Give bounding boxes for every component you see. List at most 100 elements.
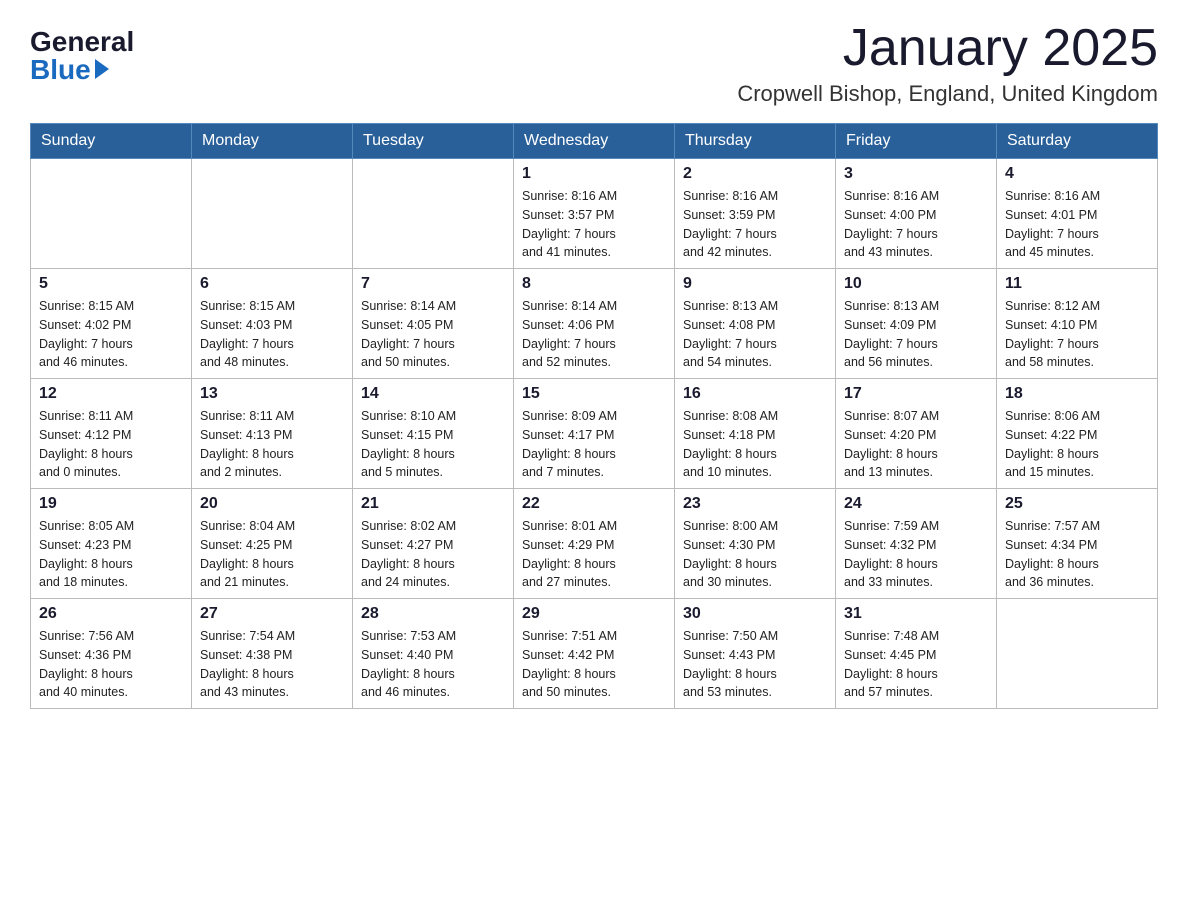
day-info: Sunrise: 8:16 AMSunset: 3:57 PMDaylight:… <box>522 187 666 262</box>
day-number: 9 <box>683 275 827 293</box>
day-info: Sunrise: 8:14 AMSunset: 4:06 PMDaylight:… <box>522 297 666 372</box>
calendar-week-row: 12Sunrise: 8:11 AMSunset: 4:12 PMDayligh… <box>31 379 1158 489</box>
weekday-header-saturday: Saturday <box>997 124 1158 159</box>
calendar-cell: 28 Sunrise: 7:53 AMSunset: 4:40 PMDayligh… <box>353 599 514 709</box>
day-number: 10 <box>844 275 988 293</box>
day-number: 3 <box>844 165 988 183</box>
day-number: 19 <box>39 495 183 513</box>
calendar-cell: 3 Sunrise: 8:16 AMSunset: 4:00 PMDaylight… <box>836 159 997 269</box>
day-number: 15 <box>522 385 666 403</box>
day-info: Sunrise: 7:51 AMSunset: 4:42 PMDaylight:… <box>522 627 666 702</box>
calendar-cell: 16 Sunrise: 8:08 AMSunset: 4:18 PMDayligh… <box>675 379 836 489</box>
day-number: 20 <box>200 495 344 513</box>
day-info: Sunrise: 8:04 AMSunset: 4:25 PMDaylight:… <box>200 517 344 592</box>
day-info: Sunrise: 8:15 AMSunset: 4:02 PMDaylight:… <box>39 297 183 372</box>
day-number: 17 <box>844 385 988 403</box>
day-info: Sunrise: 7:56 AMSunset: 4:36 PMDaylight:… <box>39 627 183 702</box>
calendar-cell <box>353 159 514 269</box>
calendar-cell: 7 Sunrise: 8:14 AMSunset: 4:05 PMDaylight… <box>353 269 514 379</box>
logo-triangle-icon <box>95 59 109 79</box>
weekday-header-friday: Friday <box>836 124 997 159</box>
calendar-cell: 26 Sunrise: 7:56 AMSunset: 4:36 PMDayligh… <box>31 599 192 709</box>
day-info: Sunrise: 8:10 AMSunset: 4:15 PMDaylight:… <box>361 407 505 482</box>
logo-blue-row: Blue <box>30 56 109 84</box>
calendar-cell <box>31 159 192 269</box>
day-info: Sunrise: 8:16 AMSunset: 4:00 PMDaylight:… <box>844 187 988 262</box>
page-header: General Blue January 2025 Cropwell Bisho… <box>30 20 1158 107</box>
day-info: Sunrise: 8:16 AMSunset: 4:01 PMDaylight:… <box>1005 187 1149 262</box>
day-number: 5 <box>39 275 183 293</box>
calendar-cell <box>192 159 353 269</box>
day-info: Sunrise: 8:02 AMSunset: 4:27 PMDaylight:… <box>361 517 505 592</box>
day-info: Sunrise: 7:53 AMSunset: 4:40 PMDaylight:… <box>361 627 505 702</box>
day-number: 25 <box>1005 495 1149 513</box>
calendar-cell: 22Sunrise: 8:01 AMSunset: 4:29 PMDayligh… <box>514 489 675 599</box>
logo: General Blue <box>30 20 134 84</box>
calendar-cell: 11 Sunrise: 8:12 AMSunset: 4:10 PMDayligh… <box>997 269 1158 379</box>
day-info: Sunrise: 7:57 AMSunset: 4:34 PMDaylight:… <box>1005 517 1149 592</box>
calendar-cell: 14 Sunrise: 8:10 AMSunset: 4:15 PMDayligh… <box>353 379 514 489</box>
calendar-cell: 23Sunrise: 8:00 AMSunset: 4:30 PMDayligh… <box>675 489 836 599</box>
day-info: Sunrise: 8:14 AMSunset: 4:05 PMDaylight:… <box>361 297 505 372</box>
day-number: 7 <box>361 275 505 293</box>
day-number: 21 <box>361 495 505 513</box>
day-info: Sunrise: 7:54 AMSunset: 4:38 PMDaylight:… <box>200 627 344 702</box>
day-info: Sunrise: 7:48 AMSunset: 4:45 PMDaylight:… <box>844 627 988 702</box>
calendar-table: SundayMondayTuesdayWednesdayThursdayFrid… <box>30 123 1158 709</box>
weekday-header-sunday: Sunday <box>31 124 192 159</box>
day-info: Sunrise: 8:08 AMSunset: 4:18 PMDaylight:… <box>683 407 827 482</box>
calendar-week-row: 19Sunrise: 8:05 AMSunset: 4:23 PMDayligh… <box>31 489 1158 599</box>
day-info: Sunrise: 8:12 AMSunset: 4:10 PMDaylight:… <box>1005 297 1149 372</box>
logo-blue-text: Blue <box>30 56 91 84</box>
day-info: Sunrise: 8:16 AMSunset: 3:59 PMDaylight:… <box>683 187 827 262</box>
calendar-cell: 12Sunrise: 8:11 AMSunset: 4:12 PMDayligh… <box>31 379 192 489</box>
calendar-cell: 5 Sunrise: 8:15 AMSunset: 4:02 PMDaylight… <box>31 269 192 379</box>
calendar-cell: 18 Sunrise: 8:06 AMSunset: 4:22 PMDayligh… <box>997 379 1158 489</box>
calendar-cell: 15Sunrise: 8:09 AMSunset: 4:17 PMDayligh… <box>514 379 675 489</box>
day-number: 8 <box>522 275 666 293</box>
calendar-week-row: 26 Sunrise: 7:56 AMSunset: 4:36 PMDayligh… <box>31 599 1158 709</box>
calendar-cell: 6 Sunrise: 8:15 AMSunset: 4:03 PMDaylight… <box>192 269 353 379</box>
weekday-header-monday: Monday <box>192 124 353 159</box>
calendar-cell: 13 Sunrise: 8:11 AMSunset: 4:13 PMDayligh… <box>192 379 353 489</box>
calendar-week-row: 1Sunrise: 8:16 AMSunset: 3:57 PMDaylight… <box>31 159 1158 269</box>
day-info: Sunrise: 8:13 AMSunset: 4:09 PMDaylight:… <box>844 297 988 372</box>
logo-general-text: General <box>30 28 134 56</box>
calendar-cell: 29Sunrise: 7:51 AMSunset: 4:42 PMDayligh… <box>514 599 675 709</box>
calendar-cell: 10 Sunrise: 8:13 AMSunset: 4:09 PMDayligh… <box>836 269 997 379</box>
month-title: January 2025 <box>737 20 1158 77</box>
day-info: Sunrise: 8:06 AMSunset: 4:22 PMDaylight:… <box>1005 407 1149 482</box>
day-number: 13 <box>200 385 344 403</box>
calendar-cell: 9 Sunrise: 8:13 AMSunset: 4:08 PMDaylight… <box>675 269 836 379</box>
day-number: 2 <box>683 165 827 183</box>
day-info: Sunrise: 8:07 AMSunset: 4:20 PMDaylight:… <box>844 407 988 482</box>
weekday-header-wednesday: Wednesday <box>514 124 675 159</box>
day-info: Sunrise: 8:15 AMSunset: 4:03 PMDaylight:… <box>200 297 344 372</box>
day-number: 18 <box>1005 385 1149 403</box>
calendar-cell: 2 Sunrise: 8:16 AMSunset: 3:59 PMDaylight… <box>675 159 836 269</box>
day-number: 24 <box>844 495 988 513</box>
title-area: January 2025 Cropwell Bishop, England, U… <box>737 20 1158 107</box>
day-number: 26 <box>39 605 183 623</box>
calendar-cell: 24Sunrise: 7:59 AMSunset: 4:32 PMDayligh… <box>836 489 997 599</box>
day-number: 6 <box>200 275 344 293</box>
day-number: 12 <box>39 385 183 403</box>
day-number: 28 <box>361 605 505 623</box>
day-number: 11 <box>1005 275 1149 293</box>
day-number: 30 <box>683 605 827 623</box>
weekday-header-thursday: Thursday <box>675 124 836 159</box>
calendar-cell: 19Sunrise: 8:05 AMSunset: 4:23 PMDayligh… <box>31 489 192 599</box>
weekday-header-tuesday: Tuesday <box>353 124 514 159</box>
day-number: 4 <box>1005 165 1149 183</box>
day-number: 14 <box>361 385 505 403</box>
day-info: Sunrise: 8:00 AMSunset: 4:30 PMDaylight:… <box>683 517 827 592</box>
calendar-cell: 31 Sunrise: 7:48 AMSunset: 4:45 PMDayligh… <box>836 599 997 709</box>
day-number: 16 <box>683 385 827 403</box>
calendar-cell: 4 Sunrise: 8:16 AMSunset: 4:01 PMDaylight… <box>997 159 1158 269</box>
calendar-cell: 30 Sunrise: 7:50 AMSunset: 4:43 PMDayligh… <box>675 599 836 709</box>
day-info: Sunrise: 8:01 AMSunset: 4:29 PMDaylight:… <box>522 517 666 592</box>
day-number: 31 <box>844 605 988 623</box>
day-info: Sunrise: 8:11 AMSunset: 4:13 PMDaylight:… <box>200 407 344 482</box>
day-info: Sunrise: 7:50 AMSunset: 4:43 PMDaylight:… <box>683 627 827 702</box>
day-info: Sunrise: 8:13 AMSunset: 4:08 PMDaylight:… <box>683 297 827 372</box>
